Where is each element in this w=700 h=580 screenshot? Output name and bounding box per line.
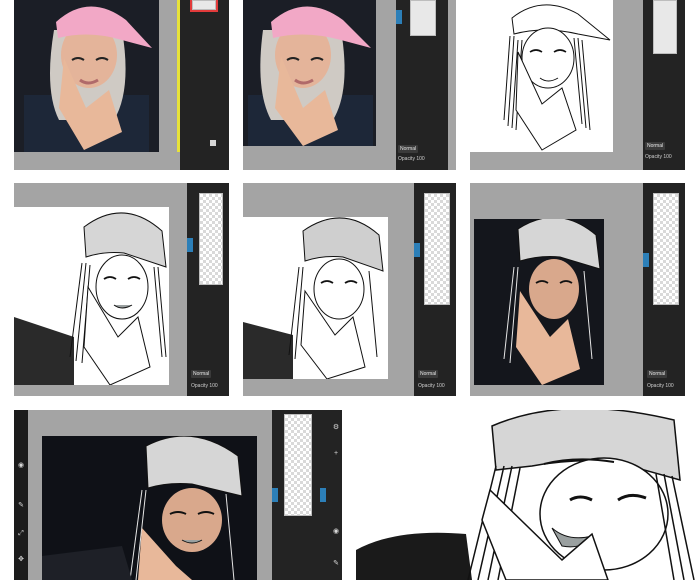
- layers-panel: ⚙ + ◉ ✎: [272, 410, 342, 580]
- blend-mode-select[interactable]: Normal: [418, 370, 439, 378]
- blend-mode-select[interactable]: Normal: [398, 145, 419, 153]
- final-sketch: [356, 410, 695, 580]
- brush-icon[interactable]: ✎: [17, 502, 25, 510]
- portrait-photo: [243, 0, 376, 146]
- layer-thumbnail[interactable]: [199, 193, 223, 285]
- step-7-panel: ◉ ✎ ⤢ ✥ ⚙ + ◉ ✎: [14, 410, 342, 580]
- layers-panel: Normal Opacity 100: [414, 183, 456, 396]
- layer-tab-2[interactable]: [320, 488, 326, 502]
- sketch-canvas[interactable]: [243, 217, 388, 379]
- layer-tab[interactable]: [643, 253, 649, 267]
- eye-icon[interactable]: ◉: [17, 462, 25, 470]
- sketch-gray-cap: [14, 212, 167, 385]
- photo-canvas[interactable]: [14, 0, 159, 152]
- step-6-panel: Normal Opacity 100: [470, 183, 685, 396]
- move-icon[interactable]: ✥: [17, 556, 25, 564]
- photo-canvas[interactable]: [243, 0, 376, 146]
- gear-icon[interactable]: ⚙: [332, 424, 340, 432]
- opacity-label: Opacity 100: [645, 154, 672, 160]
- photo-canvas[interactable]: [42, 436, 257, 580]
- opacity-label: Opacity 100: [398, 156, 425, 162]
- sketch-over-photo-large: [42, 436, 257, 580]
- opacity-label: Opacity 100: [418, 383, 445, 389]
- layer-tab[interactable]: [396, 10, 402, 24]
- layers-panel: Normal Opacity 100: [396, 0, 448, 170]
- add-layer-icon[interactable]: +: [332, 450, 340, 458]
- layer-thumbnail-active[interactable]: [190, 0, 218, 12]
- layer-thumbnail[interactable]: [284, 414, 312, 516]
- step-2-panel: Normal Opacity 100: [243, 0, 456, 170]
- layer-thumbnail[interactable]: [653, 0, 677, 54]
- step-5-panel: Normal Opacity 100: [243, 183, 456, 396]
- step-3-panel: Normal Opacity 100: [470, 0, 685, 170]
- blend-mode-select[interactable]: Normal: [191, 370, 212, 378]
- blend-mode-select[interactable]: Normal: [645, 142, 666, 150]
- sketch-over-photo: [474, 219, 604, 385]
- layers-panel: Normal Opacity 100: [187, 183, 229, 396]
- sketch-canvas[interactable]: [470, 0, 613, 152]
- selection-edge: [177, 0, 180, 152]
- layers-panel: Normal Opacity 100: [643, 183, 685, 396]
- portrait-photo: [14, 0, 159, 152]
- layer-thumbnail[interactable]: [424, 193, 450, 305]
- left-toolbar: ◉ ✎ ⤢ ✥: [14, 410, 28, 580]
- layer-tab[interactable]: [187, 238, 193, 252]
- step-4-panel: Normal Opacity 100: [14, 183, 229, 396]
- trash-icon[interactable]: [210, 140, 216, 146]
- sketch-canvas[interactable]: [14, 207, 169, 385]
- brush-icon[interactable]: ✎: [332, 560, 340, 568]
- layer-tab[interactable]: [414, 243, 420, 257]
- opacity-label: Opacity 100: [647, 383, 674, 389]
- eye-icon[interactable]: ◉: [332, 528, 340, 536]
- line-sketch: [503, 4, 611, 151]
- blend-mode-select[interactable]: Normal: [647, 370, 668, 378]
- layers-panel: Normal Opacity 100: [643, 0, 685, 170]
- step-8-final: [356, 410, 700, 580]
- layer-thumbnail[interactable]: [653, 193, 679, 305]
- layer-tab[interactable]: [272, 488, 278, 502]
- layer-thumbnail[interactable]: [410, 0, 436, 36]
- layers-panel: [180, 0, 229, 170]
- sketch-gray-cap-shaded: [243, 217, 384, 379]
- photo-canvas[interactable]: [474, 219, 604, 385]
- opacity-label: Opacity 100: [191, 383, 218, 389]
- step-1-panel: [14, 0, 229, 170]
- expand-icon[interactable]: ⤢: [17, 530, 25, 538]
